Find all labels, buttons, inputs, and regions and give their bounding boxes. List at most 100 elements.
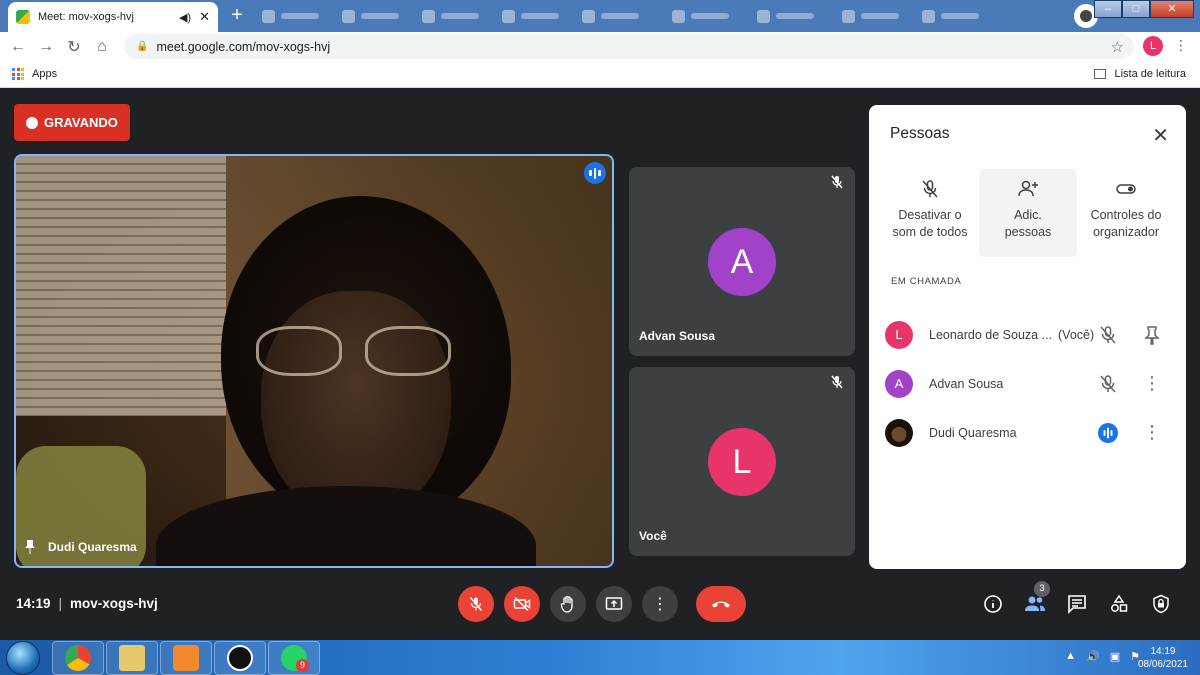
video-background: [16, 156, 226, 416]
mic-off-icon[interactable]: [1097, 373, 1119, 395]
system-tray: ▲ 🔊 ▣ ⚑: [1065, 650, 1140, 663]
home-icon[interactable]: ⌂: [88, 38, 116, 56]
reload-icon[interactable]: ↻: [60, 37, 88, 57]
taskbar-chrome[interactable]: [52, 641, 104, 675]
tab-favicon: [422, 9, 435, 23]
main-tile-label: Dudi Quaresma: [24, 540, 137, 554]
meeting-tools: 3: [982, 581, 1172, 615]
media-player-icon: [173, 645, 199, 671]
network-icon[interactable]: ▣: [1110, 650, 1120, 663]
minimize-icon[interactable]: –: [1094, 0, 1122, 18]
apps-label: Apps: [32, 68, 58, 80]
more-options-icon: ⋮: [652, 596, 668, 613]
list-item[interactable]: Dudi Quaresma ⋮: [885, 408, 1175, 457]
pin-icon[interactable]: [24, 540, 36, 554]
add-people-button[interactable]: Adic. pessoas: [979, 169, 1077, 257]
app-icon: [227, 645, 253, 671]
address-bar[interactable]: 🔒 meet.google.com/mov-xogs-hvj ☆: [124, 34, 1134, 59]
apps-grid-icon: [12, 68, 24, 80]
tab-favicon: [342, 9, 355, 23]
list-item[interactable]: L Leonardo de Souza ... (Você): [885, 310, 1175, 359]
background-tab[interactable]: [922, 6, 1000, 26]
taskbar-media[interactable]: [160, 641, 212, 675]
mute-all-button[interactable]: Desativar o som de todos: [881, 169, 979, 257]
background-tab[interactable]: [262, 6, 340, 26]
background-tab[interactable]: [672, 6, 750, 26]
unread-badge: 9: [296, 659, 309, 672]
activities-button[interactable]: [1108, 593, 1130, 615]
camera-off-icon: [513, 597, 531, 611]
reading-list-icon: [1094, 69, 1107, 79]
taskbar-app[interactable]: [214, 641, 266, 675]
tab-meet[interactable]: Meet: mov-xogs-hvj ◀) ✕: [8, 2, 218, 32]
forward-icon[interactable]: →: [32, 38, 60, 56]
call-controls: ⋮: [458, 586, 746, 622]
main-video-tile[interactable]: Dudi Quaresma: [14, 154, 614, 568]
new-tab-button[interactable]: +: [226, 5, 248, 27]
info-icon: [984, 595, 1002, 613]
participant-tile-you[interactable]: L Você: [629, 367, 855, 556]
toggle-icon: [1116, 184, 1136, 194]
browser-menu-icon[interactable]: ⋮: [1174, 37, 1188, 54]
list-item[interactable]: A Advan Sousa ⋮: [885, 359, 1175, 408]
tab-favicon: [672, 9, 685, 23]
close-icon[interactable]: ✕: [1152, 123, 1169, 148]
profile-avatar[interactable]: L: [1143, 36, 1163, 56]
pin-icon[interactable]: [1141, 324, 1163, 346]
reading-list-button[interactable]: Lista de leitura: [1094, 68, 1186, 80]
camera-toggle-button[interactable]: [504, 586, 540, 622]
participant-avatar: A: [708, 228, 776, 296]
chat-button[interactable]: [1066, 593, 1088, 615]
maximize-icon[interactable]: □: [1122, 0, 1150, 18]
bookmark-star-icon[interactable]: ☆: [1111, 38, 1124, 56]
leave-call-button[interactable]: [696, 586, 746, 622]
taskbar-whatsapp[interactable]: 9: [268, 641, 320, 675]
start-button[interactable]: [6, 641, 40, 675]
meeting-info-button[interactable]: [982, 593, 1004, 615]
folder-icon: [119, 645, 145, 671]
background-tab[interactable]: [342, 6, 420, 26]
people-button[interactable]: 3: [1024, 581, 1050, 615]
participant-name: Leonardo de Souza ...: [929, 327, 1053, 342]
more-options-icon[interactable]: ⋮: [1141, 422, 1163, 444]
taskbar-clock[interactable]: 14:19 08/06/2021: [1138, 645, 1188, 671]
mic-off-icon: [469, 597, 483, 611]
action-label: organizador: [1092, 225, 1159, 239]
mic-toggle-button[interactable]: [458, 586, 494, 622]
recording-indicator[interactable]: GRAVANDO: [14, 104, 130, 141]
lock-icon[interactable]: 🔒: [136, 41, 148, 52]
action-label: Adic.: [1014, 208, 1042, 222]
main-tile-name: Dudi Quaresma: [48, 540, 137, 554]
background-tab[interactable]: [842, 6, 920, 26]
clock-time: 14:19: [1150, 646, 1176, 657]
show-hidden-icons[interactable]: ▲: [1065, 650, 1076, 663]
window-close-icon[interactable]: ✕: [1150, 0, 1194, 18]
browser-tab-strip: Meet: mov-xogs-hvj ◀) ✕ + – □ ✕: [0, 0, 1200, 32]
close-tab-icon[interactable]: ✕: [199, 9, 210, 25]
hand-icon: [560, 595, 573, 613]
mic-off-icon: [922, 180, 938, 198]
action-label: som de todos: [892, 225, 968, 239]
mic-off-icon[interactable]: [1097, 324, 1119, 346]
chat-icon: [1068, 595, 1086, 614]
back-icon[interactable]: ←: [4, 38, 32, 56]
host-controls-button[interactable]: [1150, 593, 1172, 615]
raise-hand-button[interactable]: [550, 586, 586, 622]
muted-mic-icon: [827, 175, 847, 195]
more-options-icon[interactable]: ⋮: [1141, 373, 1163, 395]
volume-icon[interactable]: 🔊: [1086, 650, 1100, 663]
present-screen-button[interactable]: [596, 586, 632, 622]
background-tab[interactable]: [422, 6, 500, 26]
background-tab[interactable]: [757, 6, 835, 26]
apps-shortcut[interactable]: Apps: [12, 68, 57, 80]
background-tab[interactable]: [582, 6, 660, 26]
audio-playing-icon[interactable]: ◀): [179, 11, 191, 24]
background-tab[interactable]: [502, 6, 580, 26]
tab-title: Meet: mov-xogs-hvj: [38, 11, 134, 23]
host-controls-button[interactable]: Controles do organizador: [1077, 169, 1175, 257]
participant-tile-advan[interactable]: A Advan Sousa: [629, 167, 855, 356]
taskbar-explorer[interactable]: [106, 641, 158, 675]
more-options-button[interactable]: ⋮: [642, 586, 678, 622]
participants-count-badge: 3: [1034, 581, 1050, 597]
browser-toolbar: ← → ↻ ⌂ 🔒 meet.google.com/mov-xogs-hvj ☆…: [0, 32, 1200, 61]
